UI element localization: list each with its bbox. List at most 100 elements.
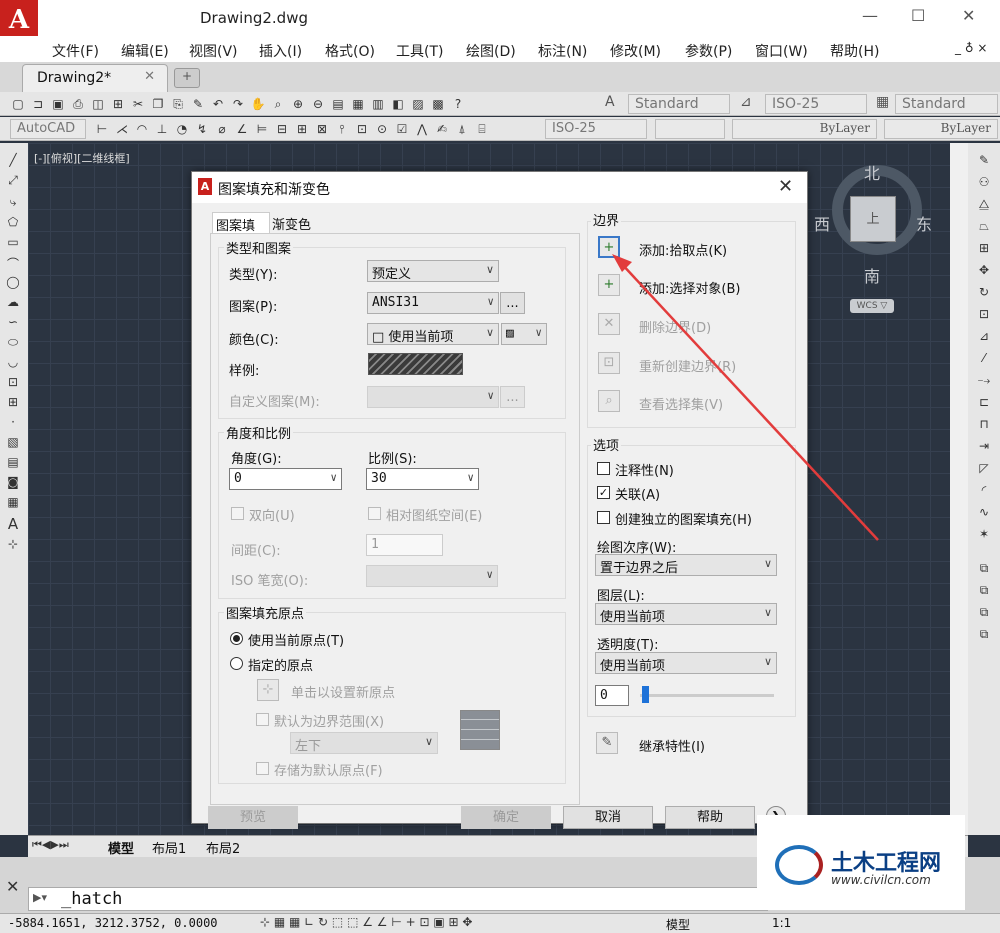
lineweight-select[interactable]: ByLayer xyxy=(884,119,998,139)
text-style-select[interactable]: Standard xyxy=(628,94,730,114)
tolerance-icon[interactable]: ⊡ xyxy=(354,121,370,137)
line-icon[interactable]: ╱ xyxy=(5,153,21,169)
sheet-icon[interactable]: ◧ xyxy=(390,96,406,112)
polyline-icon[interactable]: ⤷ xyxy=(5,195,21,211)
continue-icon[interactable]: ⊞ xyxy=(294,121,310,137)
maximize-button[interactable]: ☐ xyxy=(911,6,925,25)
layout-tab-1[interactable]: 布局1 xyxy=(152,838,186,857)
scale-combo[interactable]: 30 ∨ xyxy=(366,468,479,490)
print-icon[interactable]: ⎙ xyxy=(70,96,86,112)
edit-dim-icon[interactable]: ✍ xyxy=(434,121,450,137)
table-style-select[interactable]: Standard xyxy=(895,94,998,114)
type-select[interactable]: 预定义 ∨ xyxy=(367,260,499,282)
rotate-icon[interactable]: ↻ xyxy=(976,285,992,301)
spline-icon[interactable]: ∽ xyxy=(5,315,21,331)
compass-east[interactable]: 东 xyxy=(916,211,932,235)
revcloud-icon[interactable]: ☁ xyxy=(5,295,21,311)
menu-tools[interactable]: 工具(T) xyxy=(396,41,443,61)
linear-dim-icon[interactable]: ⊢ xyxy=(94,121,110,137)
drafting-mode-icons[interactable]: ⊹ ▦ ▦ ∟ ↻ ⬚ ⬚ ∠ ∠ ⊢ + ⊡ ▣ ⊞ ✥ xyxy=(260,915,472,929)
match-icon[interactable]: ✎ xyxy=(190,96,206,112)
mtext-icon[interactable]: A xyxy=(5,515,21,533)
break-icon[interactable]: ⫯ xyxy=(334,121,350,137)
pattern-select[interactable]: ANSI31 ∨ xyxy=(367,292,499,314)
paste-icon[interactable]: ⎘ xyxy=(170,96,186,112)
help-button[interactable]: 帮助 xyxy=(665,806,755,829)
ellipse-arc-icon[interactable]: ◡ xyxy=(5,355,21,371)
space-icon[interactable]: ⊠ xyxy=(314,121,330,137)
circle-icon[interactable]: ◯ xyxy=(5,275,21,291)
publish-icon[interactable]: ⊞ xyxy=(110,96,126,112)
add-pick-points-button[interactable]: + xyxy=(598,236,620,258)
update-icon[interactable]: ⌸ xyxy=(474,121,490,137)
associative-checkbox[interactable]: ✓ xyxy=(597,486,610,499)
break-obj-icon[interactable]: ⊓ xyxy=(976,417,992,433)
erase-icon[interactable]: ✎ xyxy=(976,153,992,169)
menu-dimension[interactable]: 标注(N) xyxy=(538,41,587,61)
separate-hatch-checkbox[interactable] xyxy=(597,511,610,524)
arc-length-icon[interactable]: ◠ xyxy=(134,121,150,137)
viewcube-top-face[interactable]: 上 xyxy=(850,196,896,242)
pan-icon[interactable]: ✋ xyxy=(250,96,266,112)
compass-north[interactable]: 北 xyxy=(864,160,880,184)
menu-edit[interactable]: 编辑(E) xyxy=(121,41,169,61)
linetype-select[interactable]: ByLayer xyxy=(732,119,877,139)
tab-hatch[interactable]: 图案填充 xyxy=(212,212,270,253)
markup-icon[interactable]: ▨ xyxy=(410,96,426,112)
dim-style-select-2[interactable]: ISO-25 xyxy=(545,119,647,139)
mdi-controls[interactable]: _ ♁ × xyxy=(955,41,987,55)
menu-window[interactable]: 窗口(W) xyxy=(755,41,808,61)
layout-tab-model[interactable]: 模型 xyxy=(108,838,134,857)
offset-icon[interactable]: ⏢ xyxy=(976,219,992,235)
menu-view[interactable]: 视图(V) xyxy=(189,41,238,61)
compass-south[interactable]: 南 xyxy=(864,263,880,287)
move-icon[interactable]: ✥ xyxy=(976,263,992,279)
point-icon[interactable]: · xyxy=(5,415,21,431)
cancel-button[interactable]: 取消 xyxy=(563,806,653,829)
color-select[interactable] xyxy=(655,119,725,139)
blend-icon[interactable]: ∿ xyxy=(976,505,992,521)
stretch-icon[interactable]: ⊿ xyxy=(976,329,992,345)
construction-line-icon[interactable]: ⤢ xyxy=(5,173,21,189)
insert-block-icon[interactable]: ⊡ xyxy=(5,375,21,391)
transparency-select[interactable]: 使用当前项 ∨ xyxy=(595,652,777,674)
command-close-icon[interactable]: ✕ xyxy=(6,877,19,896)
vertical-scrollbar[interactable] xyxy=(950,143,968,835)
fillet-icon[interactable]: ◜ xyxy=(976,483,992,499)
new-tab-button[interactable]: + xyxy=(174,68,200,88)
dialog-close-button[interactable]: ✕ xyxy=(778,176,793,197)
hatch-icon[interactable]: ▧ xyxy=(5,435,21,451)
layout-nav-icons[interactable]: ⏮◀▶⏭ xyxy=(32,838,69,852)
menu-file[interactable]: 文件(F) xyxy=(52,41,99,61)
compass-west[interactable]: 西 xyxy=(814,211,830,235)
menu-modify[interactable]: 修改(M) xyxy=(610,41,661,61)
workspace-select[interactable]: AutoCAD xyxy=(10,119,86,139)
inherit-properties-button[interactable]: ✎ xyxy=(596,732,618,754)
chamfer-icon[interactable]: ◸ xyxy=(976,461,992,477)
menu-insert[interactable]: 插入(I) xyxy=(259,41,302,61)
center-mark-icon[interactable]: ⊙ xyxy=(374,121,390,137)
viewport-label[interactable]: [-][俯视][二维线框] xyxy=(34,150,130,166)
open-icon[interactable]: ⊐ xyxy=(30,96,46,112)
jogged-icon[interactable]: ↯ xyxy=(194,121,210,137)
region-icon[interactable]: ◙ xyxy=(5,475,21,491)
add-select-objects-button[interactable]: + xyxy=(598,274,620,296)
specified-origin-radio[interactable] xyxy=(230,657,243,670)
radius-icon[interactable]: ◔ xyxy=(174,121,190,137)
cut-icon[interactable]: ✂ xyxy=(130,96,146,112)
copy-obj-icon[interactable]: ⚇ xyxy=(976,175,992,191)
background-color-select[interactable]: ▨ ∨ xyxy=(501,323,547,345)
save-icon[interactable]: ▣ xyxy=(50,96,66,112)
zoom-prev-icon[interactable]: ⊖ xyxy=(310,96,326,112)
jog-line-icon[interactable]: ⋀ xyxy=(414,121,430,137)
draw-order-icon[interactable]: ⧉ xyxy=(976,561,992,577)
mirror-icon[interactable]: ⧋ xyxy=(976,197,992,213)
command-line[interactable]: ▶▾ _hatch xyxy=(28,887,768,911)
draw-order-select[interactable]: 置于边界之后 ∨ xyxy=(595,554,777,576)
properties-icon[interactable]: ▤ xyxy=(330,96,346,112)
help-icon[interactable]: ? xyxy=(450,96,466,112)
tab-gradient[interactable]: 渐变色 xyxy=(272,214,311,233)
rectangle-icon[interactable]: ▭ xyxy=(5,235,21,251)
array-icon[interactable]: ⊞ xyxy=(976,241,992,257)
tab-drawing2[interactable]: Drawing2* ✕ xyxy=(22,64,168,92)
